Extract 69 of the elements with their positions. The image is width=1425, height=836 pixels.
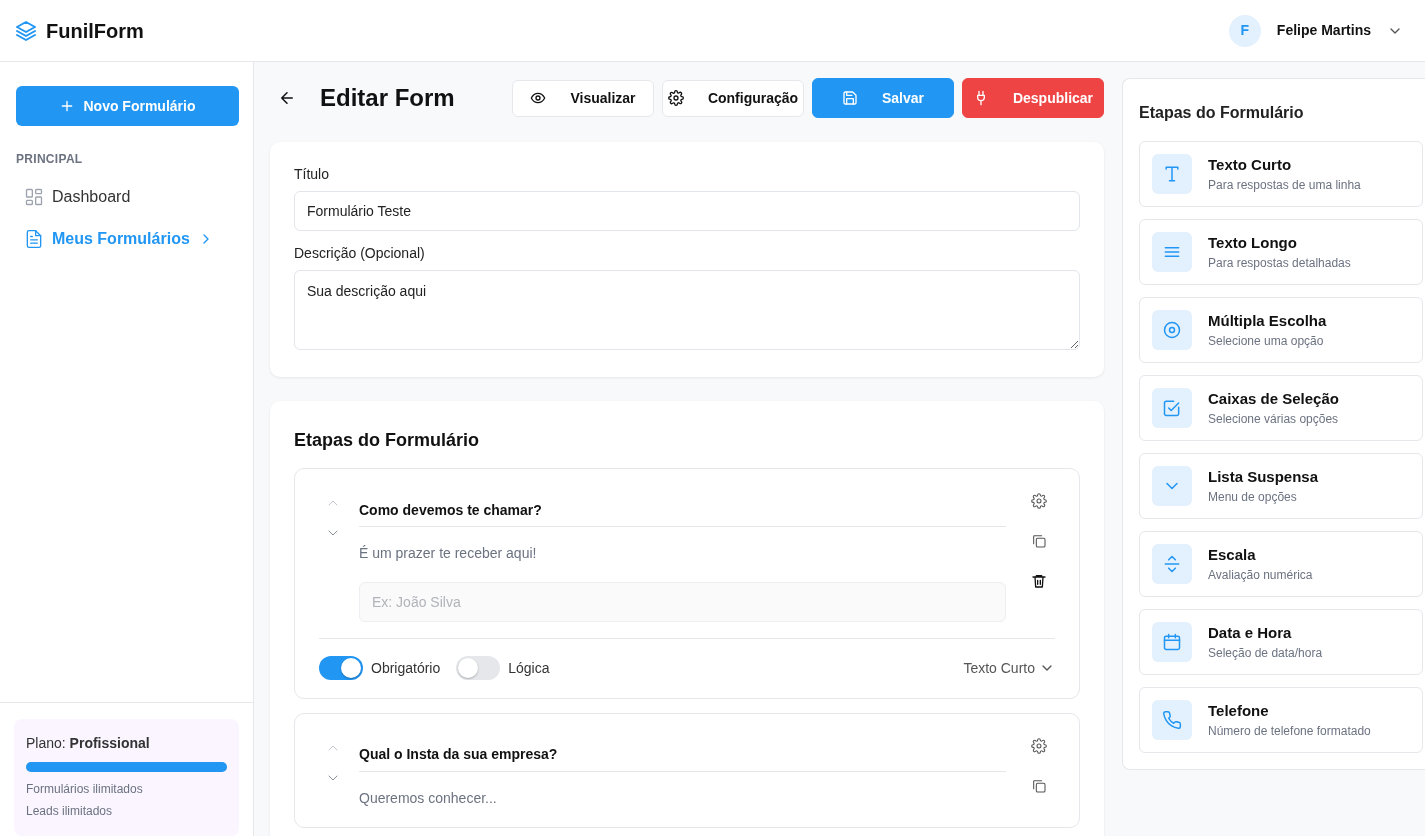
field-type-title: Caixas de Seleção [1208, 388, 1339, 409]
plan-feature: Leads ilimitados [26, 803, 114, 820]
field-type-item[interactable]: Lista Suspensa Menu de opções [1139, 453, 1423, 519]
toggle-label: Lógica [508, 658, 550, 678]
radio-icon [1162, 320, 1182, 340]
field-type-item[interactable]: Telefone Número de telefone formatado [1139, 687, 1423, 753]
field-type-item[interactable]: Múltipla Escolha Selecione uma opção [1139, 297, 1423, 363]
settings-icon[interactable] [1031, 493, 1047, 509]
question-description: É um prazer te receber aqui! [359, 545, 538, 562]
delete-icon[interactable] [1031, 573, 1047, 589]
field-type-description: Número de telefone formatado [1208, 723, 1371, 741]
unpublish-button[interactable]: Despublicar [962, 78, 1104, 118]
eye-icon [530, 90, 547, 106]
field-type-item[interactable]: Data e Hora Seleção de data/hora [1139, 609, 1423, 675]
section-title: Etapas do Formulário [294, 429, 481, 452]
question-description: Queremos conhecer... [359, 789, 498, 807]
user-name[interactable]: Felipe Martins [1276, 20, 1371, 41]
plan-feature: Formulários ilimitados [26, 781, 144, 798]
plan-label: Plano: Profissional [26, 734, 151, 753]
field-type-description: Para respostas detalhadas [1208, 255, 1351, 273]
field-type-dropdown[interactable]: Texto Curto [963, 657, 1055, 679]
field-type-title: Telefone [1208, 700, 1270, 721]
layers-icon [14, 18, 38, 43]
answer-preview-field[interactable]: Ex: João Silva [359, 581, 1006, 622]
back-arrow-icon[interactable] [278, 89, 296, 107]
copy-icon[interactable] [1031, 777, 1047, 794]
up-down-arrows-icon [1162, 554, 1182, 574]
description-textarea[interactable]: Sua descrição aqui [294, 270, 1080, 350]
checkbox-icon [1162, 398, 1182, 418]
page-title: Editar Form [320, 83, 455, 113]
field-type-title: Lista Suspensa [1208, 466, 1319, 487]
field-type-title: Escala [1208, 544, 1257, 565]
grid-icon [24, 187, 44, 207]
field-type-description: Selecione várias opções [1208, 411, 1339, 429]
copy-icon[interactable] [1031, 533, 1047, 549]
user-avatar: F [1228, 14, 1261, 47]
toggle-switch[interactable] [456, 656, 501, 681]
gear-icon [667, 90, 684, 106]
field-label: Título [294, 165, 330, 184]
field-type-item[interactable]: Escala Avaliação numérica [1139, 531, 1423, 597]
field-type-item[interactable]: Caixas de Seleção Selecione várias opções [1139, 375, 1423, 441]
field-type-item[interactable]: Texto Longo Para respostas detalhadas [1139, 219, 1423, 285]
field-type-title: Múltipla Escolha [1208, 310, 1327, 331]
field-type-description: Para respostas de uma linha [1208, 177, 1361, 195]
title-input[interactable]: Formulário Teste [294, 191, 1080, 231]
toggle-label: Obrigatório [371, 658, 441, 678]
field-type-title: Data e Hora [1208, 622, 1293, 643]
field-type-description: Seleção de data/hora [1208, 645, 1323, 663]
field-type-title: Texto Longo [1208, 232, 1298, 253]
question-input[interactable]: Como devemos te chamar? [359, 493, 1006, 527]
app-logo: FunilForm [46, 18, 144, 44]
section-label: PRINCIPAL [16, 151, 84, 168]
field-type-title: Texto Curto [1208, 154, 1293, 175]
text-icon [1162, 164, 1182, 184]
question-input[interactable]: Qual o Insta da sua empresa? [359, 737, 1006, 772]
preview-button[interactable]: Visualizar [512, 79, 654, 117]
panel-title: Etapas do Formulário [1139, 103, 1305, 123]
field-label: Descrição (Opcional) [294, 244, 426, 263]
settings-icon[interactable] [1031, 737, 1047, 754]
field-type-description: Selecione uma opção [1208, 333, 1325, 351]
document-icon [24, 229, 44, 249]
sidebar-nav-item[interactable]: Dashboard [16, 176, 237, 218]
field-type-description: Menu de opções [1208, 489, 1298, 507]
phone-icon [1162, 710, 1182, 730]
calendar-icon [1162, 632, 1182, 652]
toggle-switch[interactable] [319, 656, 363, 681]
field-type-description: Avaliação numérica [1208, 567, 1313, 585]
settings-button[interactable]: Configuração [662, 79, 804, 117]
field-type-item[interactable]: Texto Curto Para respostas de uma linha [1139, 141, 1423, 207]
